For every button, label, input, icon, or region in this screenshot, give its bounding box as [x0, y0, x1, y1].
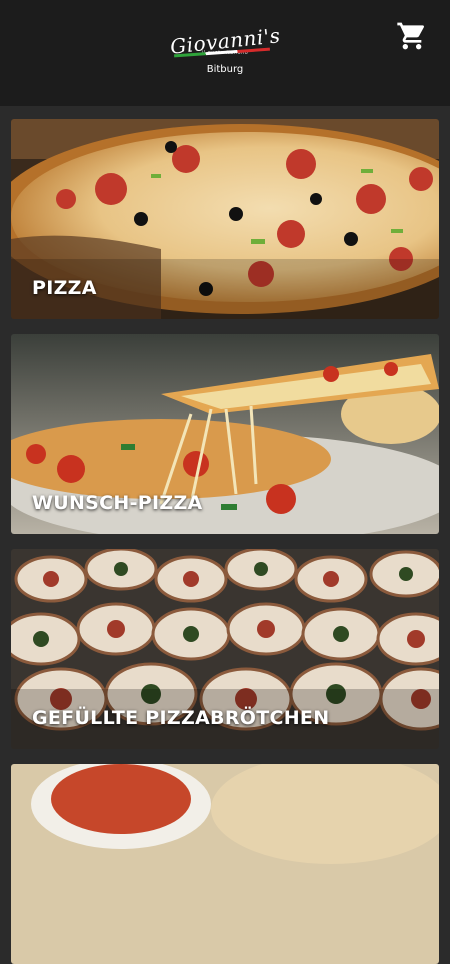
- logo-city: Bitburg: [206, 64, 244, 75]
- app-header: Giovanni's il gusto italiano Bitburg: [0, 0, 450, 106]
- category-list: PIZZA WUNSCH-PIZZA GEFÜLLTE PIZZABRÖTCHE…: [0, 106, 450, 964]
- category-card-4[interactable]: [11, 764, 439, 964]
- category-card-gefuellte-pizzabroetchen[interactable]: GEFÜLLTE PIZZABRÖTCHEN: [11, 549, 439, 749]
- giovannis-logo: Giovanni's il gusto italiano Bitburg: [169, 23, 281, 82]
- cart-button[interactable]: [396, 20, 428, 52]
- cart-icon: [397, 22, 425, 50]
- category-label: WUNSCH-PIZZA: [32, 492, 203, 514]
- category-4-image: [11, 764, 439, 964]
- category-card-wunsch-pizza[interactable]: WUNSCH-PIZZA: [11, 334, 439, 534]
- category-label: GEFÜLLTE PIZZABRÖTCHEN: [32, 707, 330, 729]
- category-label: PIZZA: [32, 277, 97, 299]
- category-card-pizza[interactable]: PIZZA: [11, 119, 439, 319]
